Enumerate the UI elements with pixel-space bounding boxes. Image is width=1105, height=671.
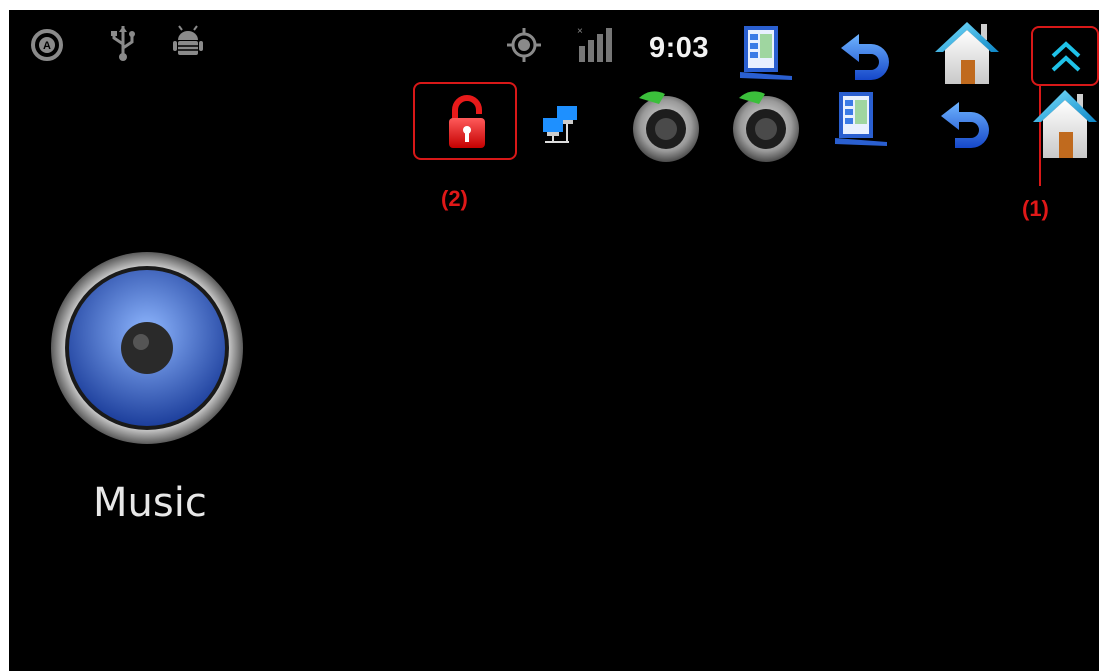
home-icon[interactable] bbox=[1031, 86, 1099, 162]
svg-text:A: A bbox=[43, 40, 51, 52]
home-icon[interactable] bbox=[931, 18, 1003, 86]
autorotate-icon: A bbox=[30, 28, 64, 62]
signal-icon: × bbox=[575, 24, 617, 64]
tasklist-icon[interactable] bbox=[831, 86, 891, 150]
usb-icon bbox=[108, 24, 138, 62]
volume-up-icon[interactable] bbox=[729, 90, 803, 164]
expand-up-icon[interactable] bbox=[1047, 34, 1085, 78]
network-icon[interactable] bbox=[541, 104, 581, 144]
lock-icon[interactable] bbox=[443, 94, 491, 150]
gps-icon bbox=[507, 28, 541, 62]
android-screen: A × 9:03 (1) (2) Music bbox=[9, 10, 1099, 671]
back-icon[interactable] bbox=[837, 28, 893, 84]
back-icon[interactable] bbox=[937, 96, 993, 152]
svg-text:×: × bbox=[577, 26, 583, 37]
music-app-label[interactable]: Music bbox=[93, 480, 207, 526]
music-app-icon[interactable] bbox=[49, 250, 245, 446]
android-debug-icon bbox=[170, 24, 206, 60]
annotation-label-2: (2) bbox=[441, 186, 468, 211]
tasklist-icon[interactable] bbox=[736, 22, 796, 82]
annotation-label-1: (1) bbox=[1022, 196, 1049, 221]
volume-down-icon[interactable] bbox=[629, 90, 703, 164]
status-clock: 9:03 bbox=[649, 32, 710, 64]
